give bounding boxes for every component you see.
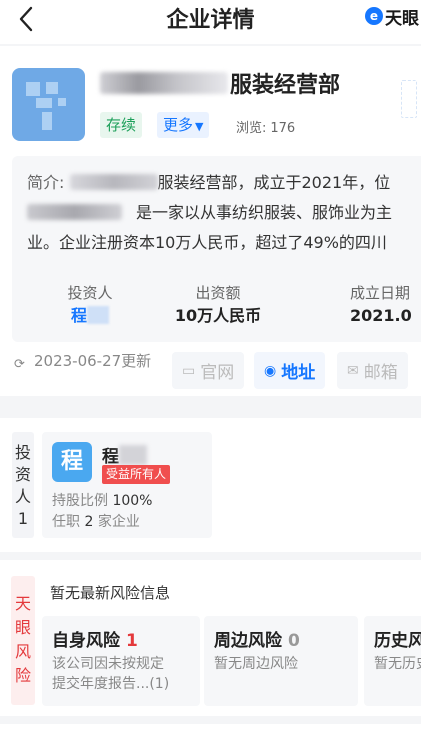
risk-card-desc: 暂无周边风险 — [214, 656, 298, 672]
email-button[interactable]: ✉ 邮箱 — [337, 352, 408, 389]
risk-card-title: 周边风险 0 — [214, 631, 300, 651]
stat-value: 10万人民币 — [174, 306, 262, 325]
stat-investor[interactable]: 投资人 程 — [30, 282, 150, 328]
website-button[interactable]: ▭ 官网 — [172, 352, 245, 389]
view-count: 浏览: 176 — [232, 117, 295, 136]
stat-capital: 出资额 10万人民币 — [158, 282, 278, 328]
section-label-text: 投资人 — [15, 443, 32, 506]
positions: 任职 2 家企业 — [52, 514, 140, 530]
investor-card[interactable]: 程 程 受益所有人 持股比例 100% 任职 2 家企业 — [42, 432, 212, 538]
company-name-suffix: 服装经营部 — [230, 73, 341, 98]
header-bar: 企业详情 e 天眼 — [0, 0, 421, 44]
decorative-shape — [401, 80, 417, 118]
risk-count: 1 — [126, 631, 138, 651]
risk-label-text: 天眼风险 — [15, 594, 32, 685]
redacted-name — [100, 72, 228, 94]
positions-count: 2 — [84, 514, 94, 530]
stat-founded: 成立日期 2021.0 — [350, 282, 421, 328]
redacted-text — [119, 445, 147, 465]
company-intro: 简介: 服装经营部，成立于2021年，位 是一家以从事纺织服装、服饰业为主 业。… — [27, 168, 421, 258]
investor-count: 1 — [17, 509, 29, 528]
update-time-text: 2023-06-27更新 — [34, 352, 152, 370]
intro-label: 简介: — [27, 173, 65, 192]
redacted-text — [69, 174, 158, 190]
investor-section: 投资人 1 程 程 受益所有人 持股比例 100% 任职 2 家企业 — [0, 418, 421, 552]
risk-card-desc: 暂无历史风险 — [374, 656, 421, 672]
investor-section-label[interactable]: 投资人 1 — [12, 432, 34, 538]
mail-icon: ✉ — [347, 362, 359, 379]
risk-headline: 暂无最新风险信息 — [50, 584, 171, 602]
status-badge: 存续 — [100, 112, 143, 138]
company-card: 服装经营部 存续 更多 ▼ 浏览: 176 简介: 服装经营部，成立于2021年，位… — [0, 46, 421, 396]
more-label: 更多 — [163, 116, 194, 134]
avatar: 程 — [52, 442, 92, 482]
intro-line-2: 是一家以从事纺织服装、服饰业为主 — [136, 203, 393, 222]
address-label: 地址 — [281, 363, 316, 383]
stat-label: 投资人 — [67, 284, 113, 302]
email-label: 邮箱 — [363, 363, 398, 383]
redacted-text — [87, 306, 109, 324]
risk-section-label[interactable]: 天眼风险 — [11, 576, 35, 705]
stat-label: 出资额 — [195, 284, 241, 302]
website-label: 官网 — [200, 363, 235, 383]
share-ratio: 持股比例 100% — [52, 493, 153, 509]
investor-name: 程 — [102, 442, 147, 467]
monitor-icon: ▭ — [182, 362, 196, 379]
risk-card-title: 自身风险 1 — [52, 631, 138, 651]
tianyan-logo-icon: e — [365, 7, 383, 25]
stat-value: 程 — [30, 304, 150, 328]
views-label: 浏览: — [236, 121, 267, 136]
beneficial-owner-tag: 受益所有人 — [102, 465, 171, 484]
update-time[interactable]: ⟳ 2023-06-27更新 — [14, 352, 152, 372]
risk-section: 天眼风险 暂无最新风险信息 自身风险 1 该公司因未按规定 提交年度报告...(1… — [0, 560, 421, 716]
risk-card-history[interactable]: 历史风险 暂无历史风险 — [364, 616, 421, 706]
share-ratio-value: 100% — [112, 493, 153, 509]
intro-line-3: 业。企业注册资本10万人民币，超过了49%的四川 — [27, 233, 387, 252]
risk-card-self[interactable]: 自身风险 1 该公司因未按规定 提交年度报告...(1) — [42, 616, 200, 706]
views-value: 176 — [270, 121, 296, 136]
intro-line-1: 服装经营部，成立于2021年，位 — [157, 173, 391, 192]
risk-count: 0 — [288, 631, 300, 651]
address-button[interactable]: ◉ 地址 — [254, 352, 326, 389]
brand-name: 天眼 — [385, 8, 419, 29]
company-name: 服装经营部 — [100, 68, 340, 98]
stat-label: 成立日期 — [350, 284, 411, 302]
stat-value: 2021.0 — [350, 306, 412, 325]
risk-card-surrounding[interactable]: 周边风险 0 暂无周边风险 — [204, 616, 358, 706]
more-tags-button[interactable]: 更多 ▼ — [157, 112, 210, 138]
key-stats: 投资人 程 出资额 10万人民币 成立日期 2021.0 — [12, 282, 421, 332]
redacted-text — [27, 204, 122, 220]
caret-down-icon: ▼ — [195, 120, 204, 133]
page-title: 企业详情 — [166, 8, 255, 33]
risk-card-title: 历史风险 — [374, 631, 421, 651]
brand-logo[interactable]: e 天眼 — [365, 4, 421, 28]
next-section-edge — [0, 724, 421, 734]
risk-card-desc: 该公司因未按规定 提交年度报告...(1) — [52, 656, 170, 692]
refresh-icon: ⟳ — [14, 357, 25, 372]
location-pin-icon: ◉ — [264, 362, 277, 379]
company-logo[interactable] — [12, 68, 85, 141]
